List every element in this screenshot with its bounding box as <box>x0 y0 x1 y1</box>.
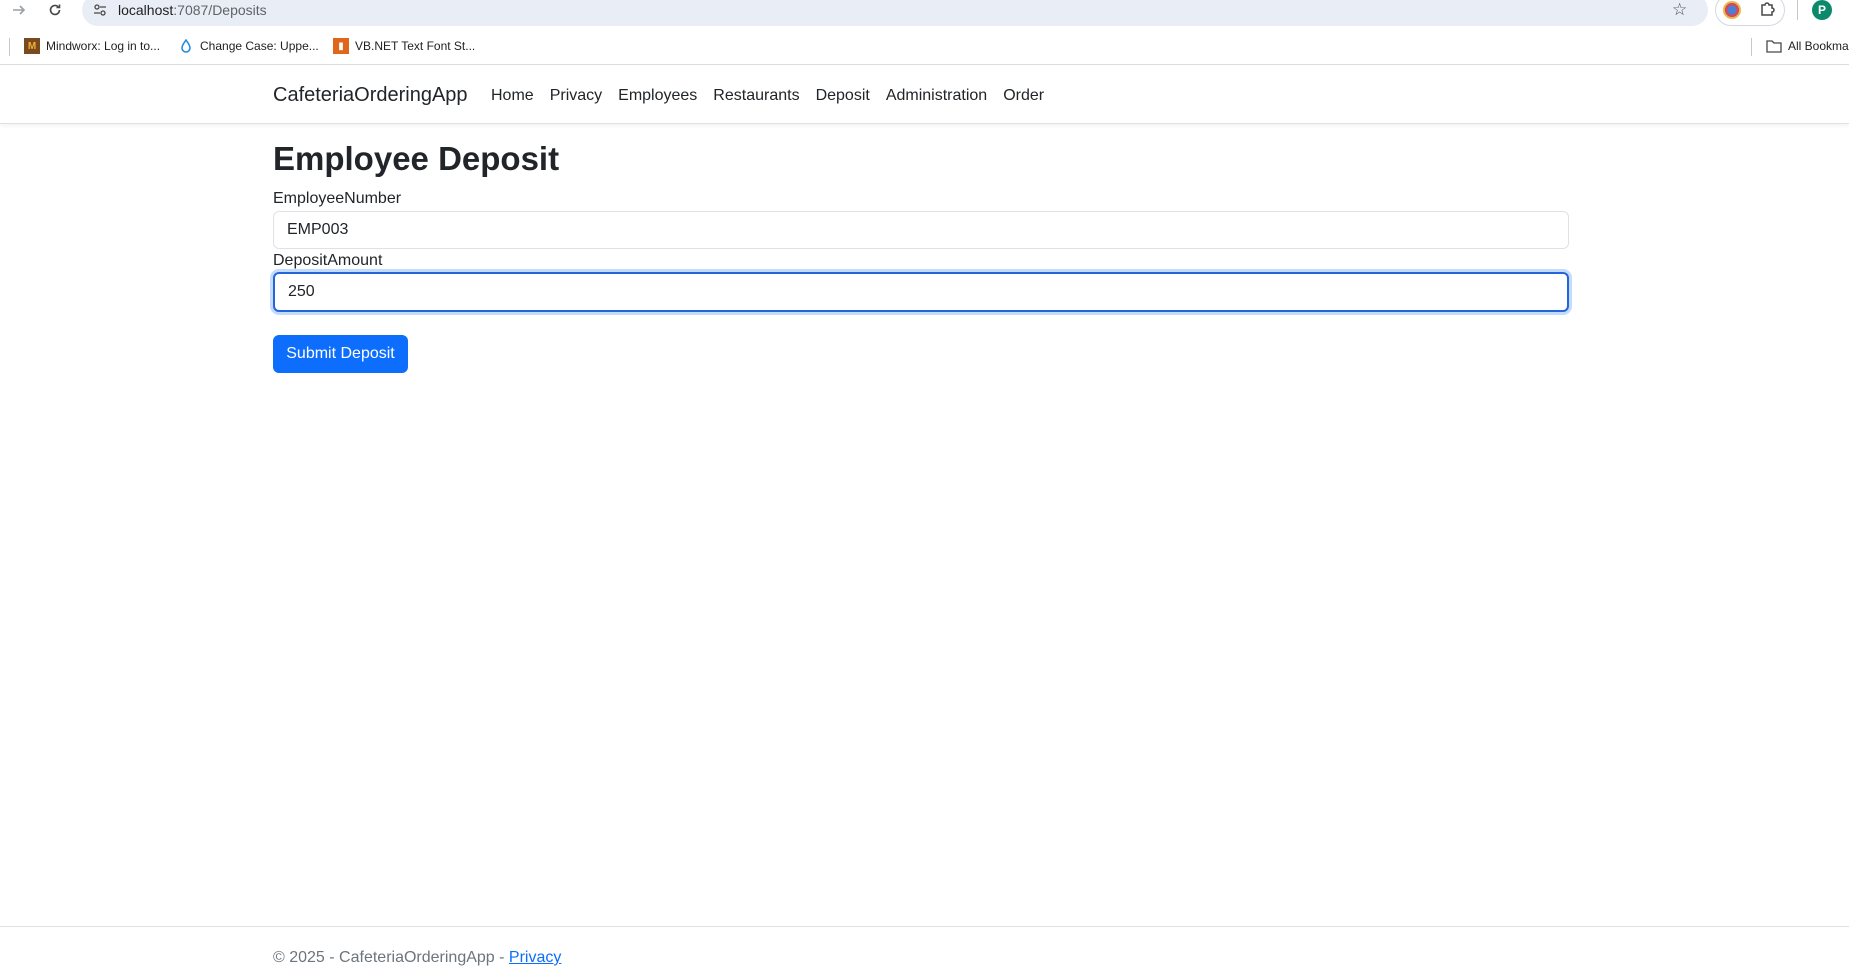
site-info-icon[interactable] <box>92 2 108 18</box>
footer-privacy-link[interactable]: Privacy <box>509 949 561 966</box>
bookmarks-divider <box>1751 38 1752 56</box>
vbnet-favicon-icon: ▮ <box>333 38 349 54</box>
deposit-amount-input[interactable] <box>273 272 1569 312</box>
footer: © 2025 - CafeteriaOrderingApp - Privacy <box>0 926 1849 967</box>
nav-deposit[interactable]: Deposit <box>816 87 870 105</box>
puzzle-icon[interactable] <box>1758 0 1778 19</box>
employee-number-input[interactable] <box>273 211 1569 249</box>
nav-restaurants[interactable]: Restaurants <box>713 87 799 105</box>
nav-administration[interactable]: Administration <box>886 87 987 105</box>
drop-favicon-icon <box>178 38 194 54</box>
nav-order[interactable]: Order <box>1003 87 1044 105</box>
nav-links: Home Privacy Employees Restaurants Depos… <box>491 87 1060 105</box>
bookmark-change-case[interactable]: Change Case: Uppe... <box>178 37 319 55</box>
all-bookmarks[interactable]: All Bookma <box>1766 37 1849 55</box>
deposit-amount-label: DepositAmount <box>273 252 383 269</box>
profile-avatar[interactable]: P <box>1812 0 1832 20</box>
bookmark-label: Mindworx: Log in to... <box>46 39 161 53</box>
toolbar-divider <box>1797 0 1798 20</box>
forward-icon[interactable] <box>8 0 30 20</box>
extension-icon[interactable] <box>1723 1 1741 19</box>
mindworx-favicon-icon: M <box>24 38 40 54</box>
address-bar[interactable] <box>82 0 1708 26</box>
copyright-text: © 2025 - CafeteriaOrderingApp - <box>273 949 509 966</box>
nav-employees[interactable]: Employees <box>618 87 697 105</box>
app-navbar: CafeteriaOrderingApp Home Privacy Employ… <box>0 66 1849 124</box>
reload-icon[interactable] <box>44 0 66 20</box>
submit-deposit-button[interactable]: Submit Deposit <box>273 335 408 373</box>
bookmark-vbnet[interactable]: ▮ VB.NET Text Font St... <box>333 37 475 55</box>
bookmarks-bar: M Mindworx: Log in to... Change Case: Up… <box>0 27 1849 65</box>
bookmarks-divider <box>9 38 10 56</box>
page-title: Employee Deposit <box>273 140 560 177</box>
employee-number-label: EmployeeNumber <box>273 190 402 207</box>
bookmark-mindworx[interactable]: M Mindworx: Log in to... <box>24 37 160 55</box>
bookmark-label: Change Case: Uppe... <box>200 39 319 53</box>
nav-privacy[interactable]: Privacy <box>550 87 602 105</box>
bookmark-label: VB.NET Text Font St... <box>355 39 476 53</box>
bookmark-star-icon[interactable]: ☆ <box>1672 0 1687 20</box>
url-path: :7087/Deposits <box>173 2 267 18</box>
url-host: localhost <box>118 2 174 18</box>
footer-text: © 2025 - CafeteriaOrderingApp - Privacy <box>273 949 561 967</box>
all-bookmarks-label: All Bookma <box>1788 39 1849 53</box>
browser-toolbar: localhost:7087/Deposits ☆ P <box>0 0 1849 27</box>
url-text[interactable]: localhost:7087/Deposits <box>118 2 267 18</box>
brand-link[interactable]: CafeteriaOrderingApp <box>273 84 468 107</box>
nav-home[interactable]: Home <box>491 87 534 105</box>
folder-icon <box>1766 38 1782 54</box>
